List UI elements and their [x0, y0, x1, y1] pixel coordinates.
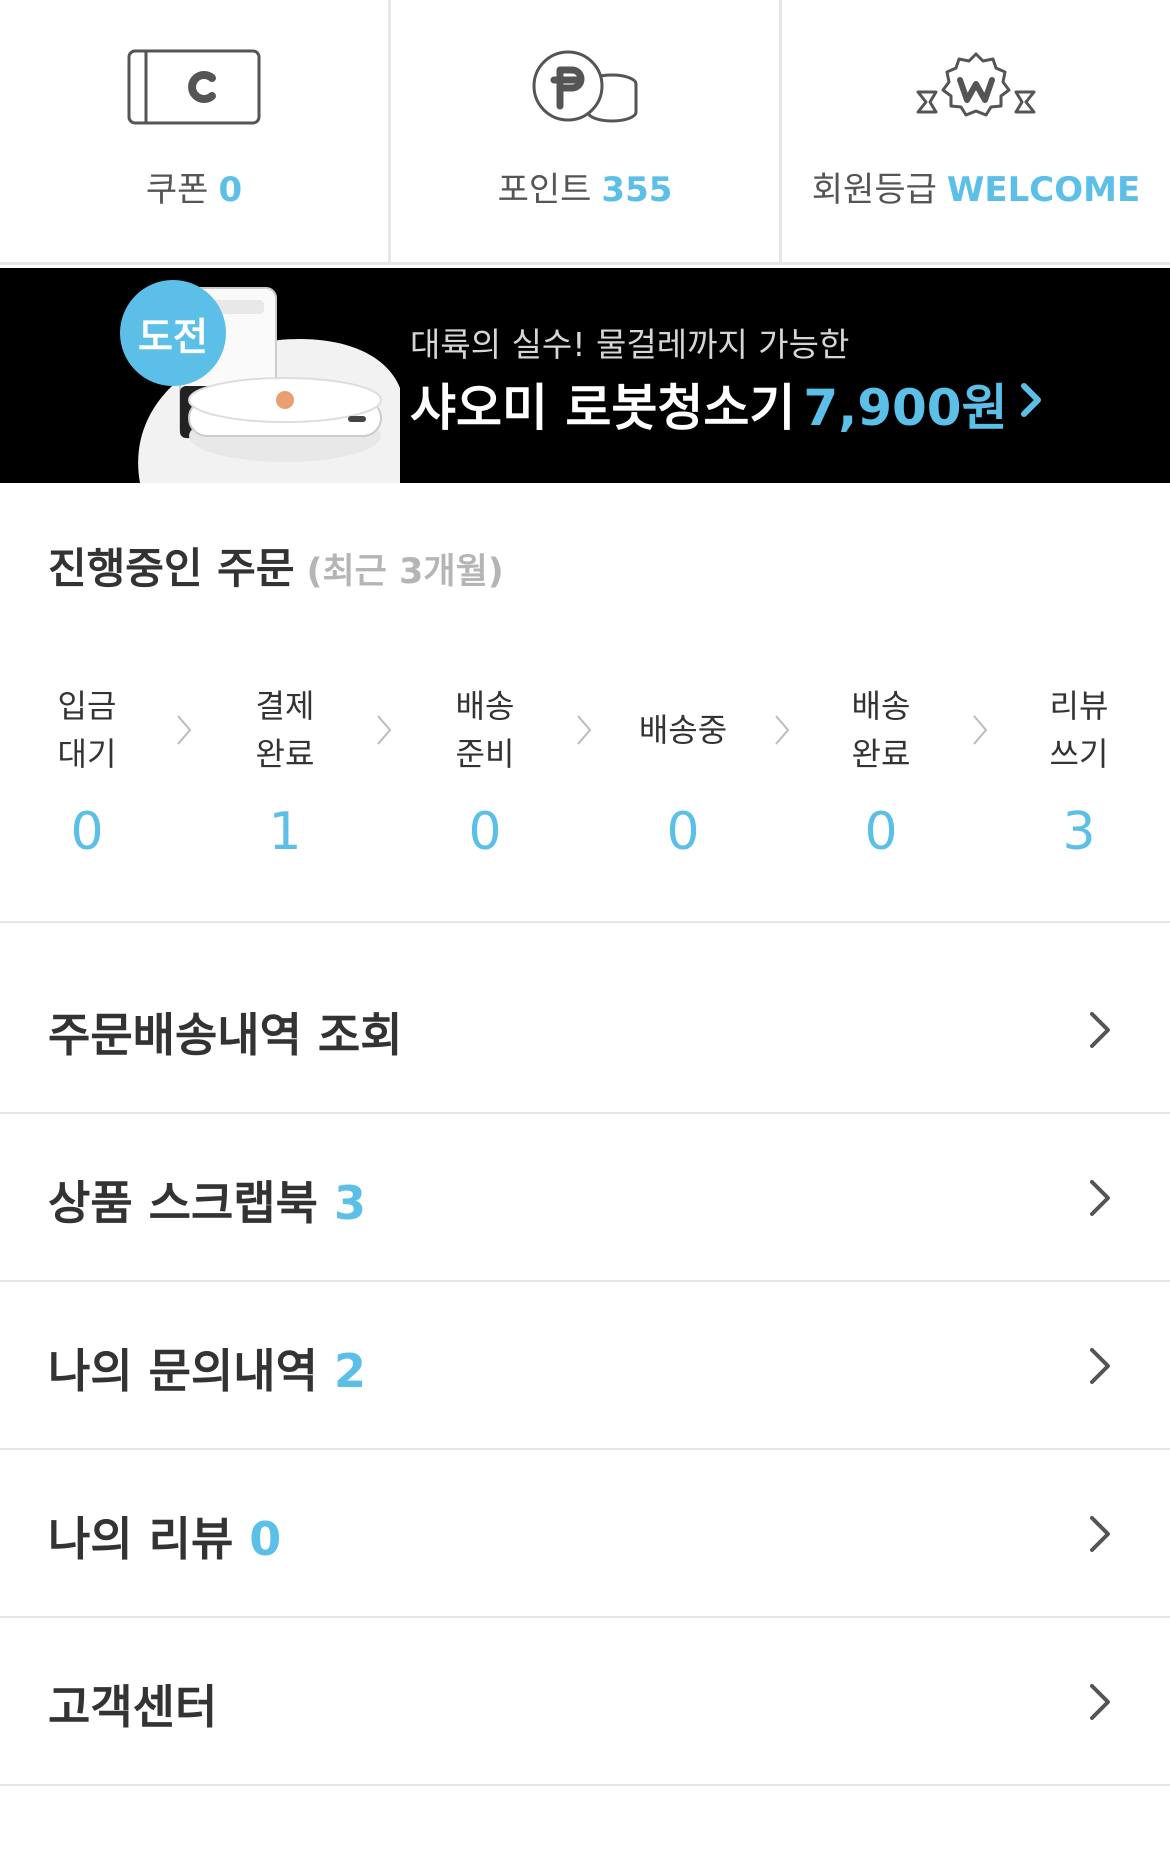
step-shipping[interactable]: 배송중 0	[608, 680, 758, 862]
step-count: 0	[666, 802, 700, 862]
chevron-right-icon	[374, 710, 394, 754]
menu-scrapbook[interactable]: 상품 스크랩북 3	[0, 1116, 1170, 1284]
step-label-line2: 쓰기	[1049, 735, 1109, 773]
menu-count: 0	[249, 1512, 282, 1566]
chevron-right-icon	[772, 710, 792, 754]
chevron-right-icon	[174, 710, 194, 754]
menu-count: 3	[333, 1176, 366, 1230]
orders-section-title: 진행중인 주문 (최근 3개월)	[48, 535, 504, 596]
step-label-line1: 결제	[255, 687, 315, 725]
divider	[0, 1448, 1170, 1450]
coupon-icon	[126, 48, 262, 132]
chevron-right-icon	[1018, 380, 1044, 424]
step-count: 0	[864, 802, 898, 862]
menu-label: 나의 문의내역	[48, 1344, 318, 1398]
point-stat[interactable]: 포인트 355	[388, 0, 779, 262]
menu-customer-center[interactable]: 고객센터	[0, 1620, 1170, 1788]
menu-my-reviews[interactable]: 나의 리뷰 0	[0, 1452, 1170, 1620]
account-summary: 쿠폰 0 포인트 355 회원등급 WELCOME	[0, 0, 1170, 265]
coupon-label: 쿠폰	[145, 170, 209, 210]
step-label-line1: 배송	[455, 687, 515, 725]
divider	[0, 1112, 1170, 1114]
step-payment-complete[interactable]: 결제완료 1	[210, 680, 360, 862]
menu-inquiries[interactable]: 나의 문의내역 2	[0, 1284, 1170, 1452]
divider	[0, 1280, 1170, 1282]
menu-label: 나의 리뷰	[48, 1512, 234, 1566]
step-label-line2: 완료	[255, 735, 315, 773]
menu-label: 주문배송내역 조회	[48, 1008, 403, 1062]
chevron-right-icon	[1086, 1512, 1114, 1560]
chevron-right-icon	[970, 710, 990, 754]
membership-badge-icon	[914, 48, 1038, 136]
membership-stat[interactable]: 회원등급 WELCOME	[779, 0, 1170, 262]
step-write-review[interactable]: 리뷰쓰기 3	[1004, 680, 1154, 862]
membership-grade: WELCOME	[946, 170, 1141, 210]
step-preparing-shipment[interactable]: 배송준비 0	[410, 680, 560, 862]
challenge-badge: 도전	[120, 280, 226, 386]
point-coin-icon	[530, 48, 640, 132]
point-count: 355	[601, 170, 673, 210]
menu-count: 2	[333, 1344, 366, 1398]
step-label-line2: 대기	[57, 735, 117, 773]
step-count: 1	[268, 802, 302, 862]
coupon-stat[interactable]: 쿠폰 0	[0, 0, 388, 262]
orders-period: (최근 3개월)	[306, 552, 504, 592]
step-count: 0	[468, 802, 502, 862]
divider	[0, 1784, 1170, 1786]
order-status-steps: 입금대기 0 결제완료 1 배송준비 0 배송중 0 배송완료 0 리뷰쓰기 3	[0, 680, 1170, 880]
chevron-right-icon	[1086, 1680, 1114, 1728]
orders-title: 진행중인 주문	[48, 544, 295, 593]
step-label-line2: 준비	[455, 735, 515, 773]
chevron-right-icon	[1086, 1008, 1114, 1056]
chevron-right-icon	[1086, 1344, 1114, 1392]
menu-label: 상품 스크랩북	[48, 1176, 318, 1230]
step-label-line2: 완료	[851, 735, 911, 773]
step-label-line1: 리뷰	[1049, 687, 1109, 725]
step-label-line1: 배송중	[638, 711, 728, 749]
menu-order-history[interactable]: 주문배송내역 조회	[0, 948, 1170, 1116]
chevron-right-icon	[1086, 1176, 1114, 1224]
chevron-right-icon	[574, 710, 594, 754]
banner-price: 7,900원	[803, 379, 1008, 437]
step-delivered[interactable]: 배송완료 0	[806, 680, 956, 862]
banner-title: 샤오미 로봇청소기	[410, 379, 796, 437]
step-awaiting-deposit[interactable]: 입금대기 0	[12, 680, 162, 862]
membership-label: 회원등급	[811, 170, 937, 210]
menu-label: 고객센터	[48, 1680, 218, 1734]
point-label: 포인트	[497, 170, 592, 210]
promo-banner[interactable]: 도전 대륙의 실수! 물걸레까지 가능한 샤오미 로봇청소기 7,900원	[0, 268, 1170, 483]
banner-subtitle: 대륙의 실수! 물걸레까지 가능한	[410, 325, 850, 364]
step-count: 3	[1062, 802, 1096, 862]
step-label-line1: 배송	[851, 687, 911, 725]
step-label-line1: 입금	[57, 687, 117, 725]
step-count: 0	[70, 802, 104, 862]
divider	[0, 921, 1170, 923]
coupon-count: 0	[218, 170, 243, 210]
divider	[0, 1616, 1170, 1618]
